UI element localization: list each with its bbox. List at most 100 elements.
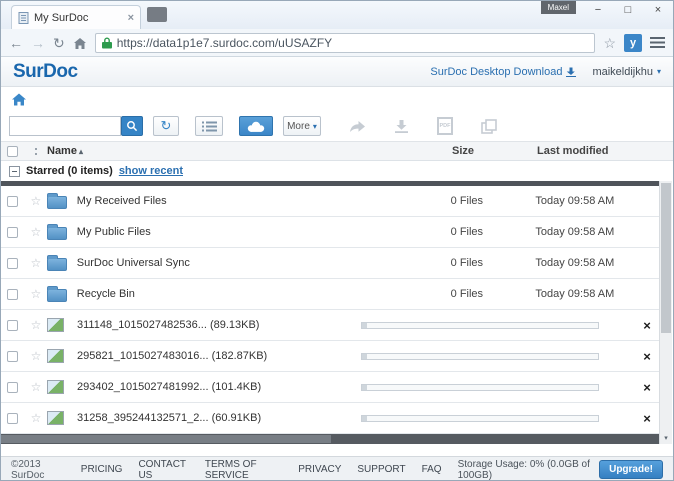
share-button[interactable] xyxy=(349,120,366,133)
upload-progress-bar xyxy=(361,415,599,422)
file-modified: Today 09:58 AM xyxy=(535,288,615,300)
row-checkbox[interactable] xyxy=(7,350,18,362)
tab-title: My SurDoc xyxy=(34,11,89,24)
menu-icon[interactable] xyxy=(650,37,665,48)
more-button[interactable]: More ▾ xyxy=(283,116,321,136)
starred-label: Starred (0 items) xyxy=(26,165,113,177)
star-icon[interactable]: ☆ xyxy=(25,411,47,425)
name-column-header[interactable]: Name ▴ xyxy=(47,145,452,157)
footer-link-pricing[interactable]: PRICING xyxy=(81,464,123,475)
file-name[interactable]: My Public Files xyxy=(77,226,451,238)
reload-button[interactable]: ↻ xyxy=(53,36,65,50)
search-button[interactable] xyxy=(121,116,143,136)
footer-link-faq[interactable]: FAQ xyxy=(422,464,442,475)
star-icon[interactable]: ☆ xyxy=(25,349,47,363)
cancel-upload-button[interactable]: × xyxy=(643,380,651,395)
yandex-extension-button[interactable]: y xyxy=(624,33,642,52)
upload-row[interactable]: ☆ 295821_1015027483016... (182.87KB) × xyxy=(1,341,659,372)
footer-link-privacy[interactable]: PRIVACY xyxy=(298,464,341,475)
list-view-button[interactable] xyxy=(195,116,223,136)
footer-link-terms[interactable]: TERMS OF SERVICE xyxy=(205,459,282,481)
row-checkbox[interactable] xyxy=(7,381,18,393)
search-input[interactable] xyxy=(9,116,121,136)
scroll-down-arrow-icon[interactable]: ▾ xyxy=(660,434,672,442)
copyright-text: ©2013 SurDoc xyxy=(11,458,45,481)
file-name[interactable]: SurDoc Universal Sync xyxy=(77,257,451,269)
maxel-overlay-badge: Maxel xyxy=(540,1,576,14)
table-row[interactable]: ☆ SurDoc Universal Sync 0 Files Today 09… xyxy=(1,248,659,279)
row-checkbox[interactable] xyxy=(6,226,18,238)
upload-button[interactable] xyxy=(239,116,273,136)
breadcrumb-row xyxy=(1,87,673,111)
upload-row[interactable]: ☆ 293402_1015027481992... (101.4KB) × xyxy=(1,372,659,403)
cancel-upload-button[interactable]: × xyxy=(643,349,651,364)
bookmark-star-icon[interactable]: ☆ xyxy=(603,36,616,50)
horizontal-scrollbar-bottom[interactable] xyxy=(1,434,659,444)
convert-pdf-button[interactable]: PDF xyxy=(437,117,453,135)
horizontal-scrollbar-thumb[interactable] xyxy=(1,435,331,443)
chevron-down-icon: ▾ xyxy=(312,121,317,131)
star-icon[interactable]: ☆ xyxy=(25,318,47,332)
upload-row[interactable]: ☆ 311148_1015027482536... (89.13KB) × xyxy=(1,310,659,341)
star-icon[interactable]: ☆ xyxy=(25,194,47,208)
folder-icon xyxy=(46,193,67,209)
cancel-upload-button[interactable]: × xyxy=(643,318,651,333)
size-column-header[interactable]: Size xyxy=(452,145,537,157)
close-button[interactable]: × xyxy=(651,4,665,16)
sort-asc-icon: ▴ xyxy=(78,147,83,156)
star-column-icon xyxy=(35,148,37,155)
star-icon[interactable]: ☆ xyxy=(25,287,47,301)
star-icon[interactable]: ☆ xyxy=(25,225,47,239)
username-label: maikeldijkhu xyxy=(592,65,653,78)
new-tab-button[interactable] xyxy=(147,7,167,22)
user-menu[interactable]: maikeldijkhu ▾ xyxy=(592,66,661,78)
vertical-scrollbar-thumb[interactable] xyxy=(661,183,671,333)
table-row[interactable]: ☆ My Received Files 0 Files Today 09:58 … xyxy=(1,186,659,217)
download-button[interactable] xyxy=(394,119,409,134)
desktop-download-label: SurDoc Desktop Download xyxy=(430,65,563,78)
minimize-button[interactable]: − xyxy=(591,4,605,16)
star-icon[interactable]: ☆ xyxy=(25,380,47,394)
file-name[interactable]: Recycle Bin xyxy=(77,288,451,300)
maximize-button[interactable]: □ xyxy=(621,4,635,16)
tab-close-icon[interactable]: × xyxy=(128,12,134,24)
upgrade-button[interactable]: Upgrade! xyxy=(599,460,663,479)
forward-button[interactable]: → xyxy=(31,36,45,50)
vertical-scrollbar[interactable]: ▾ xyxy=(659,181,672,444)
show-recent-link[interactable]: show recent xyxy=(119,165,183,177)
url-field[interactable]: https://data1p1e7.surdoc.com/uUSAZFY xyxy=(94,32,596,53)
row-checkbox[interactable] xyxy=(7,412,18,424)
row-checkbox[interactable] xyxy=(6,257,18,269)
collapse-icon[interactable] xyxy=(9,165,20,177)
desktop-download-link[interactable]: SurDoc Desktop Download xyxy=(430,65,577,78)
select-all-checkbox[interactable] xyxy=(7,145,18,157)
row-checkbox[interactable] xyxy=(6,195,18,207)
upload-progress-bar xyxy=(361,322,599,329)
refresh-button[interactable]: ↻ xyxy=(153,116,179,136)
star-icon[interactable]: ☆ xyxy=(25,256,47,270)
more-label: More xyxy=(287,120,310,132)
upload-row[interactable]: ☆ 31258_395244132571_2... (60.91KB) × xyxy=(1,403,659,434)
modified-column-header[interactable]: Last modified xyxy=(537,145,637,157)
footer-link-support[interactable]: SUPPORT xyxy=(357,464,405,475)
search-icon xyxy=(127,121,138,132)
cancel-upload-button[interactable]: × xyxy=(643,411,651,426)
table-row[interactable]: ☆ My Public Files 0 Files Today 09:58 AM xyxy=(1,217,659,248)
starred-section-row: Starred (0 items) show recent xyxy=(1,161,673,181)
row-checkbox[interactable] xyxy=(6,288,18,300)
name-header-label: Name xyxy=(47,145,77,157)
file-size: 0 Files xyxy=(450,226,484,238)
surdoc-logo: SurDoc xyxy=(13,60,78,82)
table-header: Name ▴ Size Last modified xyxy=(1,141,673,161)
row-checkbox[interactable] xyxy=(7,319,18,331)
copy-button[interactable] xyxy=(481,118,497,134)
browser-tab[interactable]: My SurDoc × xyxy=(11,5,141,29)
home-button[interactable] xyxy=(73,37,87,49)
back-button[interactable]: ← xyxy=(9,36,23,50)
footer-link-contact[interactable]: CONTACT US xyxy=(138,459,188,481)
cloud-upload-icon xyxy=(247,121,265,132)
table-row[interactable]: ☆ Recycle Bin 0 Files Today 09:58 AM xyxy=(1,279,659,310)
file-name[interactable]: My Received Files xyxy=(77,195,451,207)
content-gap xyxy=(1,444,673,456)
home-root-icon[interactable] xyxy=(11,93,27,106)
